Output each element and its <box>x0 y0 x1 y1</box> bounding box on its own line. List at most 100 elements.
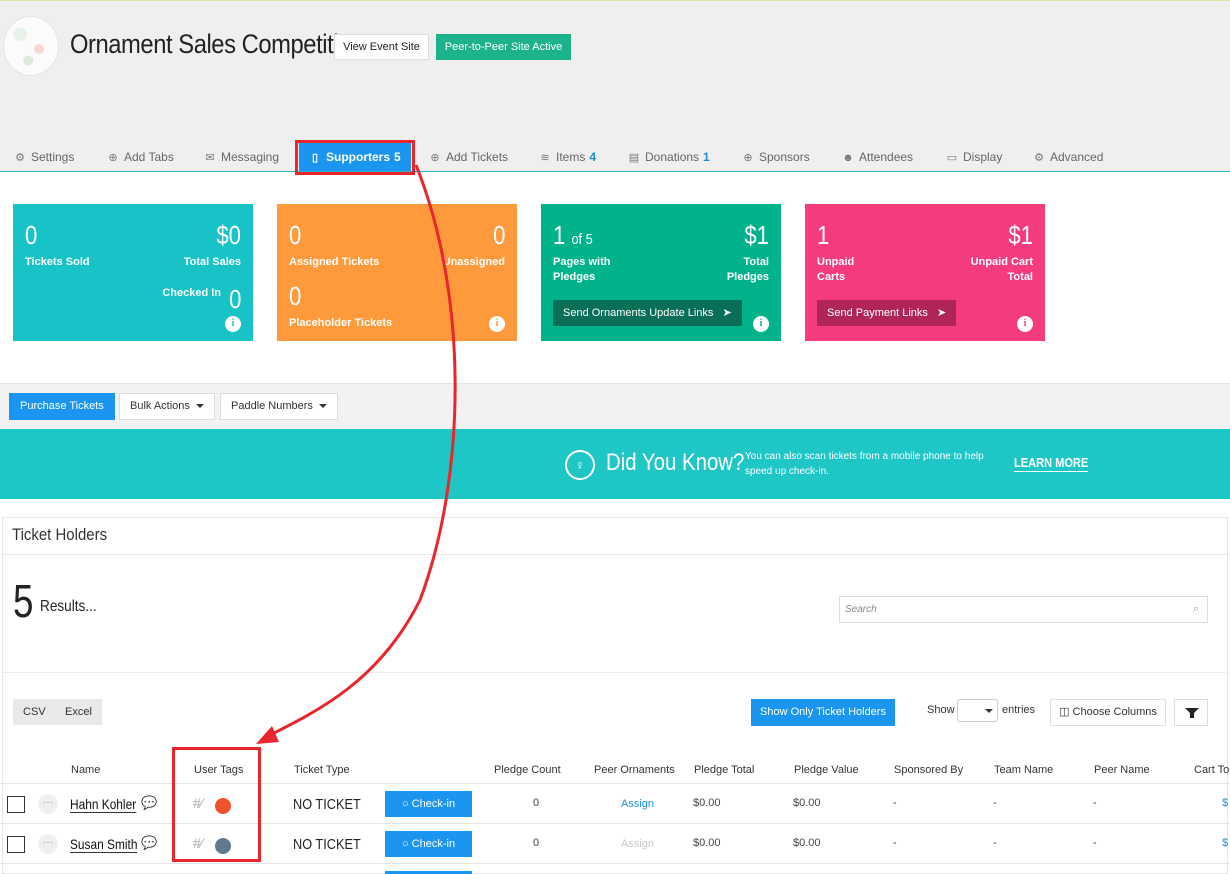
table-row <box>0 863 1230 874</box>
assign-link[interactable]: Assign <box>621 798 654 810</box>
tickets-sold-label: Tickets Sold <box>25 256 90 268</box>
cart-total-link[interactable]: $ <box>1222 797 1228 809</box>
tab-count: 4 <box>589 150 597 164</box>
team-name: - <box>993 797 997 809</box>
row-checkbox[interactable] <box>7 796 25 813</box>
action-toolbar: Purchase Tickets Bulk Actions Paddle Num… <box>0 383 1230 429</box>
tab-attendees[interactable]: ☻ Attendees <box>842 142 913 172</box>
tab-count: 1 <box>703 150 710 164</box>
view-event-site-button[interactable]: View Event Site <box>334 34 429 60</box>
pledge-total: $0.00 <box>693 837 721 849</box>
column-header-team-name[interactable]: Team Name <box>994 764 1053 776</box>
tab-settings[interactable]: ⚙ Settings <box>14 142 74 172</box>
ticket-type: NO TICKET <box>293 796 361 813</box>
assigned-tickets-label: Assigned Tickets <box>289 256 380 268</box>
column-header-pledge-total[interactable]: Pledge Total <box>694 764 754 776</box>
assigned-tickets-value: 0 <box>289 220 302 250</box>
ticket-type: NO TICKET <box>293 836 361 853</box>
search-input[interactable]: Search ⌕ <box>839 596 1208 623</box>
total-sales-label: Total Sales <box>183 256 241 268</box>
column-header-pledge-value[interactable]: Pledge Value <box>794 764 859 776</box>
chat-bubble-icon[interactable]: 💬 <box>141 835 157 851</box>
supporter-name-link[interactable]: Susan Smith <box>70 836 138 853</box>
results-label: Results... <box>40 598 97 615</box>
column-header-sponsored-by[interactable]: Sponsored By <box>894 764 963 776</box>
unassigned-label: Unassigned <box>442 256 505 268</box>
unpaid-carts-value: 1 <box>817 220 830 250</box>
supporter-name-link[interactable]: Hahn Kohler <box>70 796 137 813</box>
banner-title: Did You Know? <box>606 449 745 476</box>
entries-select[interactable] <box>957 699 998 722</box>
show-label: Show <box>927 704 955 716</box>
unpaid-carts-label: Unpaid Carts <box>817 256 855 283</box>
info-icon[interactable]: i <box>1017 316 1033 332</box>
columns-icon: ◫ <box>1059 706 1070 718</box>
tab-advanced[interactable]: ⚙ Advanced <box>1033 142 1103 172</box>
column-header-cart-total[interactable]: Cart To <box>1194 764 1229 776</box>
pages-with-pledges-label: Pages with Pledges <box>553 256 611 283</box>
pages-with-pledges-value: 1 of 5 <box>553 220 593 250</box>
divider <box>2 554 1228 555</box>
sponsored-by: - <box>893 837 897 849</box>
checked-in-label: Checked In <box>162 287 221 299</box>
paper-plane-icon: ➤ <box>722 307 732 319</box>
show-only-ticket-holders-button[interactable]: Show Only Ticket Holders <box>751 699 895 726</box>
column-header-pledge-count[interactable]: Pledge Count <box>494 764 561 776</box>
row-checkbox[interactable] <box>7 836 25 853</box>
info-icon[interactable]: i <box>489 316 505 332</box>
filter-button[interactable] <box>1174 699 1208 726</box>
tickets-sold-card: 0 Tickets Sold $0 Total Sales Checked In… <box>13 204 253 341</box>
send-ornaments-update-links-button[interactable]: Send Ornaments Update Links ➤ <box>553 300 742 326</box>
search-icon: ⌕ <box>1192 603 1199 615</box>
entries-label: entries <box>1002 704 1036 716</box>
sponsored-by: - <box>893 797 897 809</box>
p2p-site-active-button[interactable]: Peer-to-Peer Site Active <box>436 34 571 60</box>
purchase-tickets-button[interactable]: Purchase Tickets <box>9 393 115 420</box>
placeholder-tickets-label: Placeholder Tickets <box>289 317 393 329</box>
column-header-name[interactable]: Name <box>71 764 100 776</box>
tab-sponsors[interactable]: ⊕ Sponsors <box>742 142 809 172</box>
monitor-icon: ▭ <box>946 152 958 164</box>
check-in-button[interactable]: ○ Check-in <box>385 791 472 817</box>
chat-bubble-icon[interactable]: 💬 <box>141 795 157 811</box>
cogs-icon: ⚙ <box>1034 152 1044 164</box>
pledge-total: $0.00 <box>693 797 721 809</box>
cart-total-link[interactable]: $ <box>1222 837 1228 849</box>
paddle-numbers-dropdown[interactable]: Paddle Numbers <box>220 393 338 420</box>
divider <box>2 672 1228 673</box>
tab-items[interactable]: ≋ Items 4 <box>539 142 596 172</box>
csv-button[interactable]: CSV <box>13 699 56 725</box>
bulk-actions-dropdown[interactable]: Bulk Actions <box>119 393 215 420</box>
event-logo <box>3 16 59 76</box>
event-title: Ornament Sales Competition <box>70 29 364 59</box>
tab-add-tickets[interactable]: ⊕ Add Tickets <box>429 142 508 172</box>
info-icon[interactable]: i <box>225 316 241 332</box>
tab-donations[interactable]: ▤ Donations 1 <box>628 142 710 172</box>
tab-display[interactable]: ▭ Display <box>946 142 1003 172</box>
unpaid-cart-total-label: Unpaid Cart Total <box>970 256 1033 283</box>
tab-messaging[interactable]: ✉ Messaging <box>204 142 279 172</box>
inbox-icon: ✉ <box>205 152 215 164</box>
column-header-ticket-type[interactable]: Ticket Type <box>294 764 350 776</box>
results-count: 5 <box>13 575 34 627</box>
more-options-icon[interactable]: ··· <box>38 834 58 854</box>
choose-columns-button[interactable]: ◫ Choose Columns <box>1050 699 1166 726</box>
column-header-peer-ornaments[interactable]: Peer Ornaments <box>594 764 675 776</box>
check-in-button[interactable]: ○ Check-in <box>385 831 472 857</box>
more-options-icon[interactable]: ··· <box>38 794 58 814</box>
banner-text: You can also scan tickets from a mobile … <box>745 451 984 477</box>
caret-down-icon <box>318 404 327 409</box>
column-header-peer-name[interactable]: Peer Name <box>1094 764 1150 776</box>
info-icon[interactable]: i <box>753 316 769 332</box>
excel-button[interactable]: Excel <box>55 699 102 725</box>
tab-add-tabs[interactable]: ⊕ Add Tabs <box>107 142 173 172</box>
event-tabs: ⚙ Settings ⊕ Add Tabs ✉ Messaging ▯ Supporte… <box>0 142 1230 172</box>
unassigned-value: 0 <box>492 220 505 250</box>
panel-title: Ticket Holders <box>12 525 108 544</box>
circle-icon: ○ <box>401 798 409 810</box>
send-payment-links-button[interactable]: Send Payment Links ➤ <box>817 300 957 326</box>
learn-more-link[interactable]: LEARN MORE <box>1014 455 1089 472</box>
pledge-count: 0 <box>533 837 540 849</box>
chevron-down-icon <box>985 709 993 713</box>
pledges-card: 1 of 5 Pages with Pledges $1 Total Pledg… <box>541 204 781 341</box>
